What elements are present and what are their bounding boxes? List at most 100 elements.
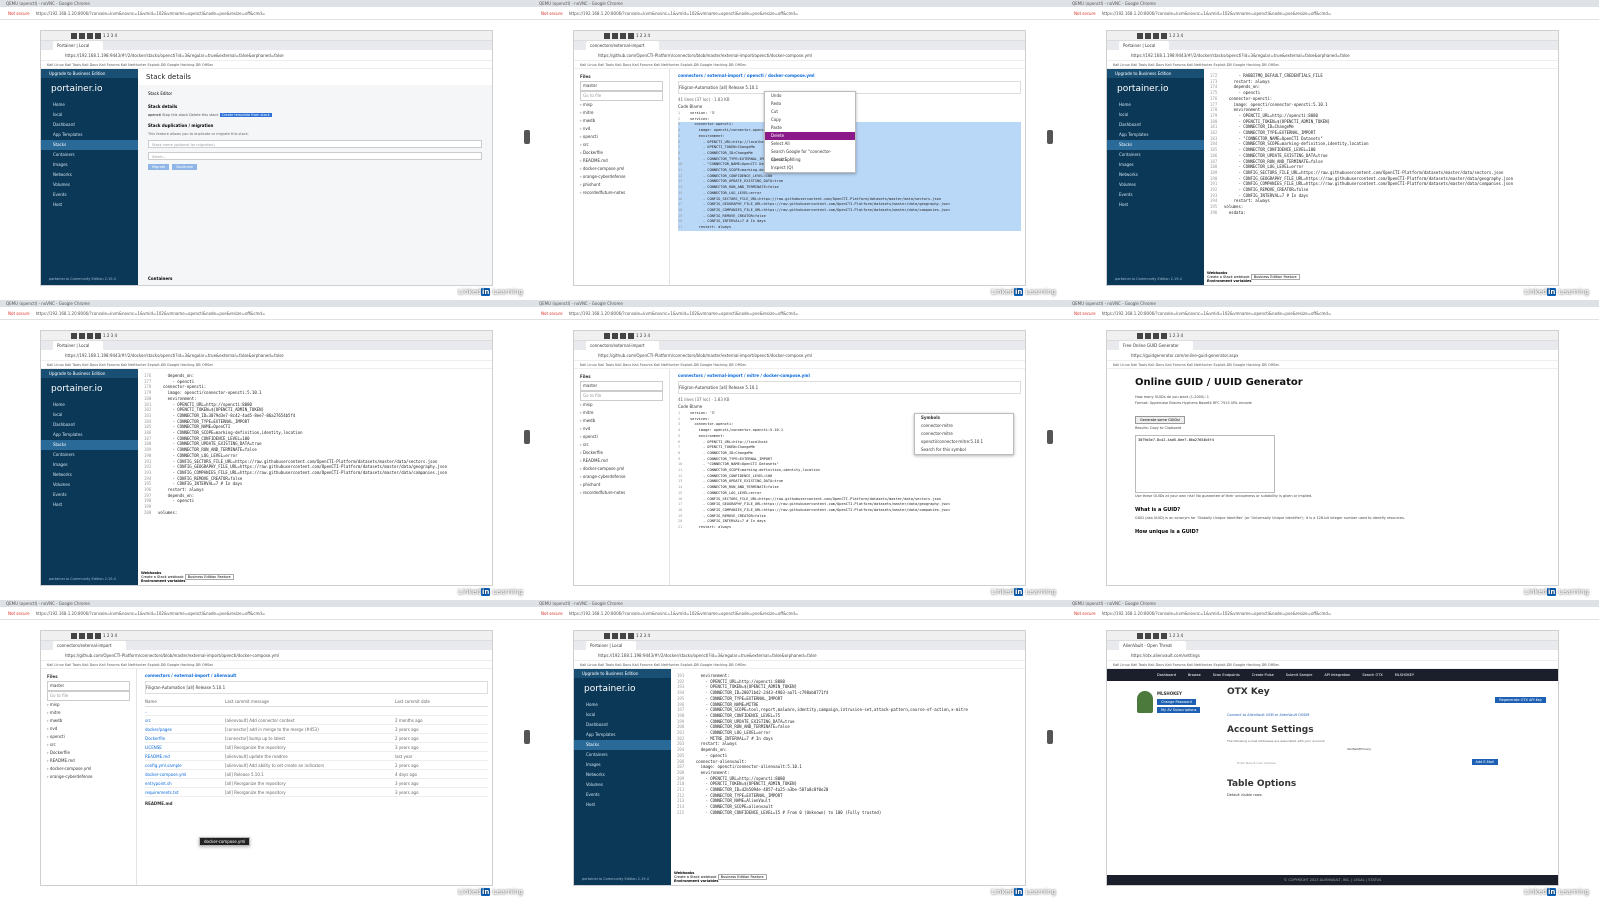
tab-stack[interactable]: Stack [148,91,160,96]
sidebar-item-stacks[interactable]: Stacks [1107,140,1204,150]
nav-item[interactable]: API Integration [1324,673,1350,677]
vm-display[interactable]: 1 2 3 4 connectors/external-import https:/… [573,330,1026,586]
context-menu-item[interactable]: Copy [765,116,855,124]
taskbar-app-icon[interactable] [1145,633,1151,639]
sidebar-item-images[interactable]: Images [41,160,138,170]
file-tree-item[interactable]: › mitre [47,709,130,717]
vm-display[interactable]: 1 2 3 4 connectors/external-import https:/… [573,30,1026,286]
taskbar-app-icon[interactable] [612,33,618,39]
file-tree-item[interactable]: › mwdb [580,117,663,125]
file-row[interactable]: docker/pages [connector] add in merge to … [145,725,488,734]
sidebar-item-local[interactable]: local [41,410,138,420]
taskbar-app-icon[interactable] [87,33,93,39]
taskbar-app-icon[interactable] [95,33,101,39]
add-email-button[interactable]: Add E-Mail [1471,759,1498,765]
sidebar-item-networks[interactable]: Networks [41,470,138,480]
taskbar-app-icon[interactable] [612,333,618,339]
taskbar-app-icon[interactable] [620,633,626,639]
sidebar-item-containers[interactable]: Containers [1107,150,1204,160]
taskbar-app-icon[interactable] [71,633,77,639]
sidebar-item-images[interactable]: Images [1107,160,1204,170]
file-tree-item[interactable]: › mitre [580,109,663,117]
taskbar-app-icon[interactable] [604,633,610,639]
host-url-bar[interactable]: Not secure https://192.168.1.20:8006/?con… [0,308,533,320]
file-row[interactable]: README.md [alienvault] update the readme l… [145,752,488,761]
browser-tab[interactable]: Portainer | Local [1119,41,1170,50]
stack-action-button[interactable]: Stop this stack [162,113,189,117]
sidebar-item-host[interactable]: Host [574,800,671,810]
taskbar-app-icon[interactable] [1137,33,1143,39]
file-name[interactable]: src [145,716,225,724]
file-name[interactable]: config.yml.sample [145,761,225,769]
sidebar-item-local[interactable]: local [41,110,138,120]
file-name[interactable]: .. [145,707,225,715]
upgrade-banner[interactable]: Upgrade to Business Edition [574,669,671,678]
file-tree-item[interactable]: › nvd [47,725,130,733]
sidebar-item-events[interactable]: Events [41,190,138,200]
file-tree-item[interactable]: › mwdb [580,417,663,425]
host-url-bar[interactable]: Not secure https://192.168.1.20:8006/?con… [533,308,1066,320]
taskbar-app-icon[interactable] [71,333,77,339]
goto-file-input[interactable]: Go to file [580,391,663,401]
file-tree-item[interactable]: › misp [580,401,663,409]
taskbar-app-icon[interactable] [612,633,618,639]
browser-tab[interactable]: Free Online GUID Generator [1119,341,1193,350]
sidebar-item-dashboard[interactable]: Dashboard [41,420,138,430]
file-tree-item[interactable]: › docker-compose.yml [580,165,663,173]
browser-address-bar[interactable]: https://otx.alienvault.com/settings [1107,650,1558,661]
duplicate-button[interactable]: Duplicate [172,164,198,170]
context-menu-item[interactable]: Redo [765,100,855,108]
nav-item[interactable]: Browse [1188,673,1201,677]
file-tree-item[interactable]: › docker-compose.yml [47,765,130,773]
browser-tab[interactable]: connectors/external-import [586,41,659,50]
file-name[interactable]: LICENSE [145,743,225,751]
host-tabstrip[interactable]: QEMU (openctl) - noVNC - Google Chrome [1066,0,1599,7]
file-tree-item[interactable]: › nvd [580,125,663,133]
context-menu-item[interactable]: Delete [765,132,855,140]
environment-select[interactable]: Select... [148,152,482,160]
taskbar-app-icon[interactable] [79,633,85,639]
view-tab-code[interactable]: Code [678,404,690,409]
file-tree-item[interactable]: › phishunt [580,481,663,489]
portainer-logo[interactable]: portainer.io [574,678,671,700]
browser-address-bar[interactable]: https://github.com/OpenCTI-Platform/conn… [41,650,492,661]
goto-file-input[interactable]: Go to file [47,691,130,701]
sidebar-item-host[interactable]: Host [41,500,138,510]
host-url-bar[interactable]: Not secure https://192.168.1.20:8006/?con… [533,8,1066,20]
sidebar-item-events[interactable]: Events [574,790,671,800]
portainer-logo[interactable]: portainer.io [41,378,138,400]
sidebar-item-events[interactable]: Events [41,490,138,500]
file-row[interactable]: entrypoint.sh [all] Reorganize the reposi… [145,779,488,788]
file-row[interactable]: docker-compose.yml [all] Release 5.10.1 4 … [145,770,488,779]
host-tabstrip[interactable]: QEMU (openctl) - noVNC - Google Chrome [0,600,533,607]
browser-address-bar[interactable]: https://192.168.1.198:9443/#!/2/docker/s… [1107,50,1558,61]
context-menu-item[interactable]: Inspect (Q) [765,164,855,172]
vm-display[interactable]: 1 2 3 4 Free Online GUID Generator https:/… [1106,330,1559,586]
taskbar-app-icon[interactable] [1153,633,1159,639]
host-url-bar[interactable]: Not secure https://192.168.1.20:8006/?con… [1066,608,1599,620]
context-menu-item[interactable]: Cut [765,108,855,116]
file-tree-item[interactable]: › docker-compose.yml [580,465,663,473]
file-tree-item[interactable]: › mwdb [47,717,130,725]
vm-display[interactable]: 1 2 3 4 connectors/external-import https:/… [40,630,493,886]
file-tree-item[interactable]: › orange-cyberdefense [580,173,663,181]
browser-address-bar[interactable]: https://192.168.1.198:9443/#!/2/docker/s… [41,350,492,361]
context-menu-item[interactable]: Check Spelling [765,156,855,164]
host-url-bar[interactable]: Not secure https://192.168.1.20:8006/?con… [533,608,1066,620]
browser-address-bar[interactable]: https://github.com/OpenCTI-Platform/conn… [574,350,1025,361]
file-row[interactable]: .. [145,707,488,716]
sidebar-item-home[interactable]: Home [1107,100,1204,110]
host-tabstrip[interactable]: QEMU (openctl) - noVNC - Google Chrome [1066,300,1599,307]
nav-item[interactable]: Create Pulse [1252,673,1274,677]
sidebar-item-dashboard[interactable]: Dashboard [574,720,671,730]
host-tabstrip[interactable]: QEMU (openctl) - noVNC - Google Chrome [0,300,533,307]
browser-tab[interactable]: Portainer | Local [53,341,104,350]
taskbar-app-icon[interactable] [1153,33,1159,39]
stack-action-button[interactable]: Create template from stack [219,113,272,117]
sidebar-item-networks[interactable]: Networks [574,770,671,780]
vm-display[interactable]: 1 2 3 4 Portainer | Local https://192.168.… [40,30,493,286]
sidebar-item-local[interactable]: local [574,710,671,720]
taskbar-app-icon[interactable] [1161,333,1167,339]
upgrade-banner[interactable]: Upgrade to Business Edition [41,369,138,378]
taskbar-app-icon[interactable] [79,333,85,339]
